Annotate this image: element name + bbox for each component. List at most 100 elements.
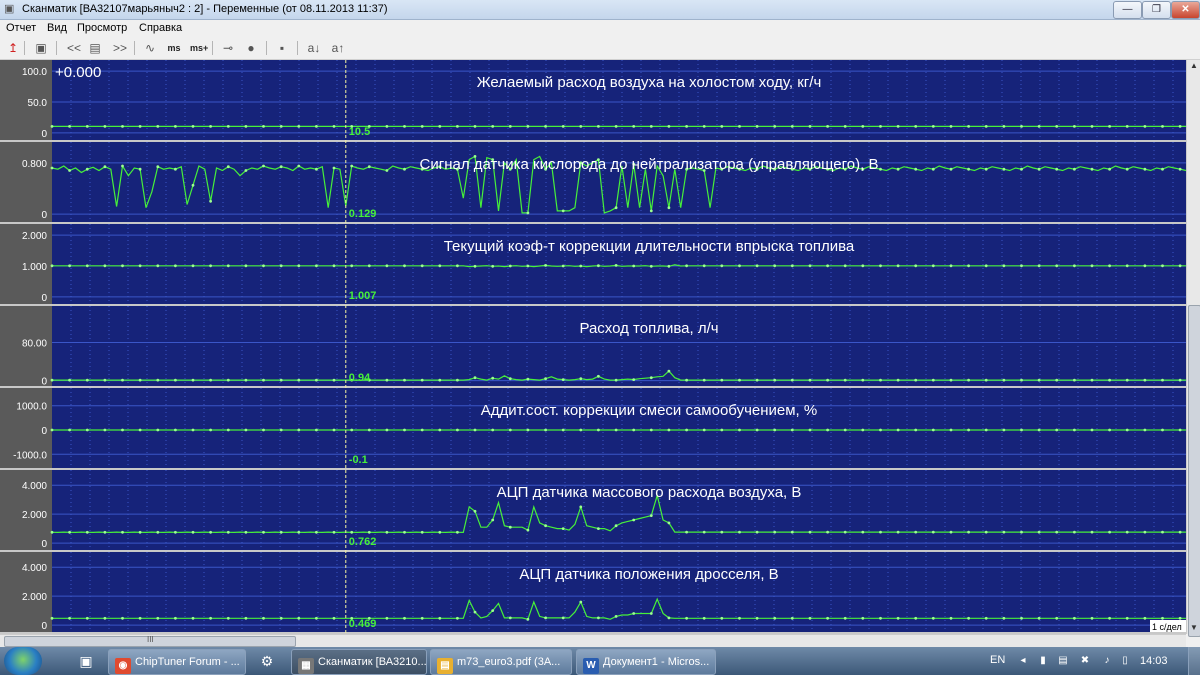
chevron-icon[interactable]: ◂ [1016, 654, 1030, 668]
volume-icon[interactable]: ♪ [1100, 654, 1114, 668]
vertical-scroll-thumb[interactable] [1188, 305, 1200, 637]
data-point [1178, 530, 1182, 534]
data-point [191, 378, 195, 382]
data-point [1143, 167, 1147, 171]
data-point [1161, 616, 1164, 620]
data-point [561, 527, 565, 530]
window-title: Сканматик [ВА32107марьяныч2 : 2] - Перем… [22, 3, 388, 15]
start-button[interactable] [4, 647, 42, 675]
arrow-up-icon[interactable]: ↥ [6, 40, 20, 56]
data-point [931, 616, 935, 620]
language-indicator[interactable]: EN [990, 654, 1005, 666]
data-point [826, 378, 829, 382]
data-point [614, 125, 618, 128]
taskbar-item[interactable]: ▦ Сканматик [ВА3210... [291, 649, 427, 675]
data-point [226, 264, 230, 268]
menu-view[interactable]: Вид [47, 22, 67, 34]
data-point [632, 378, 636, 381]
data-point [949, 125, 953, 128]
ms-plus-icon[interactable]: ms+ [190, 40, 208, 56]
data-point [138, 428, 142, 432]
data-point [332, 166, 336, 170]
first-icon[interactable]: << [66, 40, 82, 56]
taskbar-item-label: Сканматик [ВА3210... [318, 656, 427, 668]
data-point [226, 428, 230, 432]
taskbar-item[interactable]: W Документ1 - Micros... [576, 649, 716, 675]
maximize-button[interactable]: ❐ [1142, 1, 1171, 19]
data-point [226, 125, 230, 128]
y-tick-label: 2.000 [22, 231, 47, 242]
network-icon[interactable]: ▤ [1056, 654, 1070, 668]
data-point [685, 378, 688, 382]
data-point [914, 428, 918, 432]
tool-quicklaunch-icon[interactable]: ⚙ [258, 652, 276, 670]
close-button[interactable]: ✕ [1171, 1, 1200, 19]
data-point [1055, 616, 1059, 620]
menu-browse[interactable]: Просмотр [77, 22, 127, 34]
menu-help[interactable]: Справка [139, 22, 182, 34]
data-point [138, 530, 142, 534]
data-point [984, 378, 988, 382]
next-icon[interactable]: >> [112, 40, 128, 56]
save-icon[interactable]: ▪ [275, 40, 289, 56]
security-icon[interactable]: ✖ [1078, 654, 1092, 668]
data-point [896, 125, 900, 128]
data-point [156, 264, 160, 268]
data-point [244, 125, 248, 128]
data-point [403, 167, 406, 171]
a-down-icon[interactable]: a↓ [306, 40, 322, 56]
clipboard-icon[interactable]: ▣ [34, 40, 48, 56]
data-point [103, 165, 107, 169]
plot-area [52, 470, 1186, 550]
data-point [861, 616, 865, 620]
horizontal-scrollbar[interactable]: III [0, 634, 1186, 647]
wave-icon[interactable]: ∿ [143, 40, 157, 56]
device-icon[interactable]: ▮ [1036, 654, 1050, 668]
taskbar-item[interactable]: ▤ m73_euro3.pdf (3А... [430, 649, 572, 675]
data-point [702, 378, 706, 382]
show-desktop-button[interactable] [1188, 647, 1200, 675]
data-point [1125, 530, 1129, 534]
list-icon[interactable]: ▤ [88, 40, 102, 56]
data-point [561, 616, 565, 620]
data-point [896, 428, 900, 432]
data-point [491, 125, 495, 128]
data-point [614, 378, 618, 382]
data-point [1143, 530, 1147, 534]
battery-icon[interactable]: ▯ [1118, 654, 1132, 668]
data-point [50, 530, 54, 534]
data-point [931, 428, 935, 432]
data-point [967, 428, 970, 432]
scroll-up-icon[interactable]: ▲ [1187, 60, 1200, 72]
data-point [720, 428, 724, 432]
data-point [755, 428, 759, 432]
minimize-button[interactable]: — [1113, 1, 1142, 19]
data-point [597, 374, 600, 378]
ms-icon[interactable]: ms [166, 40, 182, 56]
data-point [1020, 530, 1023, 534]
data-point [85, 264, 89, 268]
vertical-scrollbar[interactable]: ▲ ▼ [1186, 60, 1200, 637]
data-point [156, 125, 160, 128]
data-point [456, 125, 459, 128]
pin-icon[interactable]: ⊸ [221, 40, 235, 56]
save-quicklaunch-icon[interactable]: ▣ [77, 652, 95, 670]
data-point [438, 264, 442, 268]
data-point [103, 264, 107, 268]
menu-report[interactable]: Отчет [6, 22, 36, 34]
data-point [614, 524, 618, 528]
scan-chart[interactable]: 100.0 50.0 0 Желаемый расход воздуха на хол… [0, 60, 1186, 634]
data-point [826, 125, 829, 128]
data-point [984, 167, 988, 171]
data-point [279, 428, 283, 432]
data-point [156, 428, 160, 432]
record-icon[interactable]: ● [245, 40, 257, 56]
data-point [403, 616, 406, 620]
taskbar-item[interactable]: ◉ ChipTuner Forum - ... [108, 649, 246, 675]
data-point [262, 164, 265, 168]
panel-title: АЦП датчика массового расхода воздуха, В [497, 484, 802, 501]
data-point [1037, 428, 1041, 432]
a-up-icon[interactable]: a↑ [330, 40, 346, 56]
scroll-down-icon[interactable]: ▼ [1187, 622, 1200, 634]
y-tick-label: 50.0 [28, 98, 48, 109]
